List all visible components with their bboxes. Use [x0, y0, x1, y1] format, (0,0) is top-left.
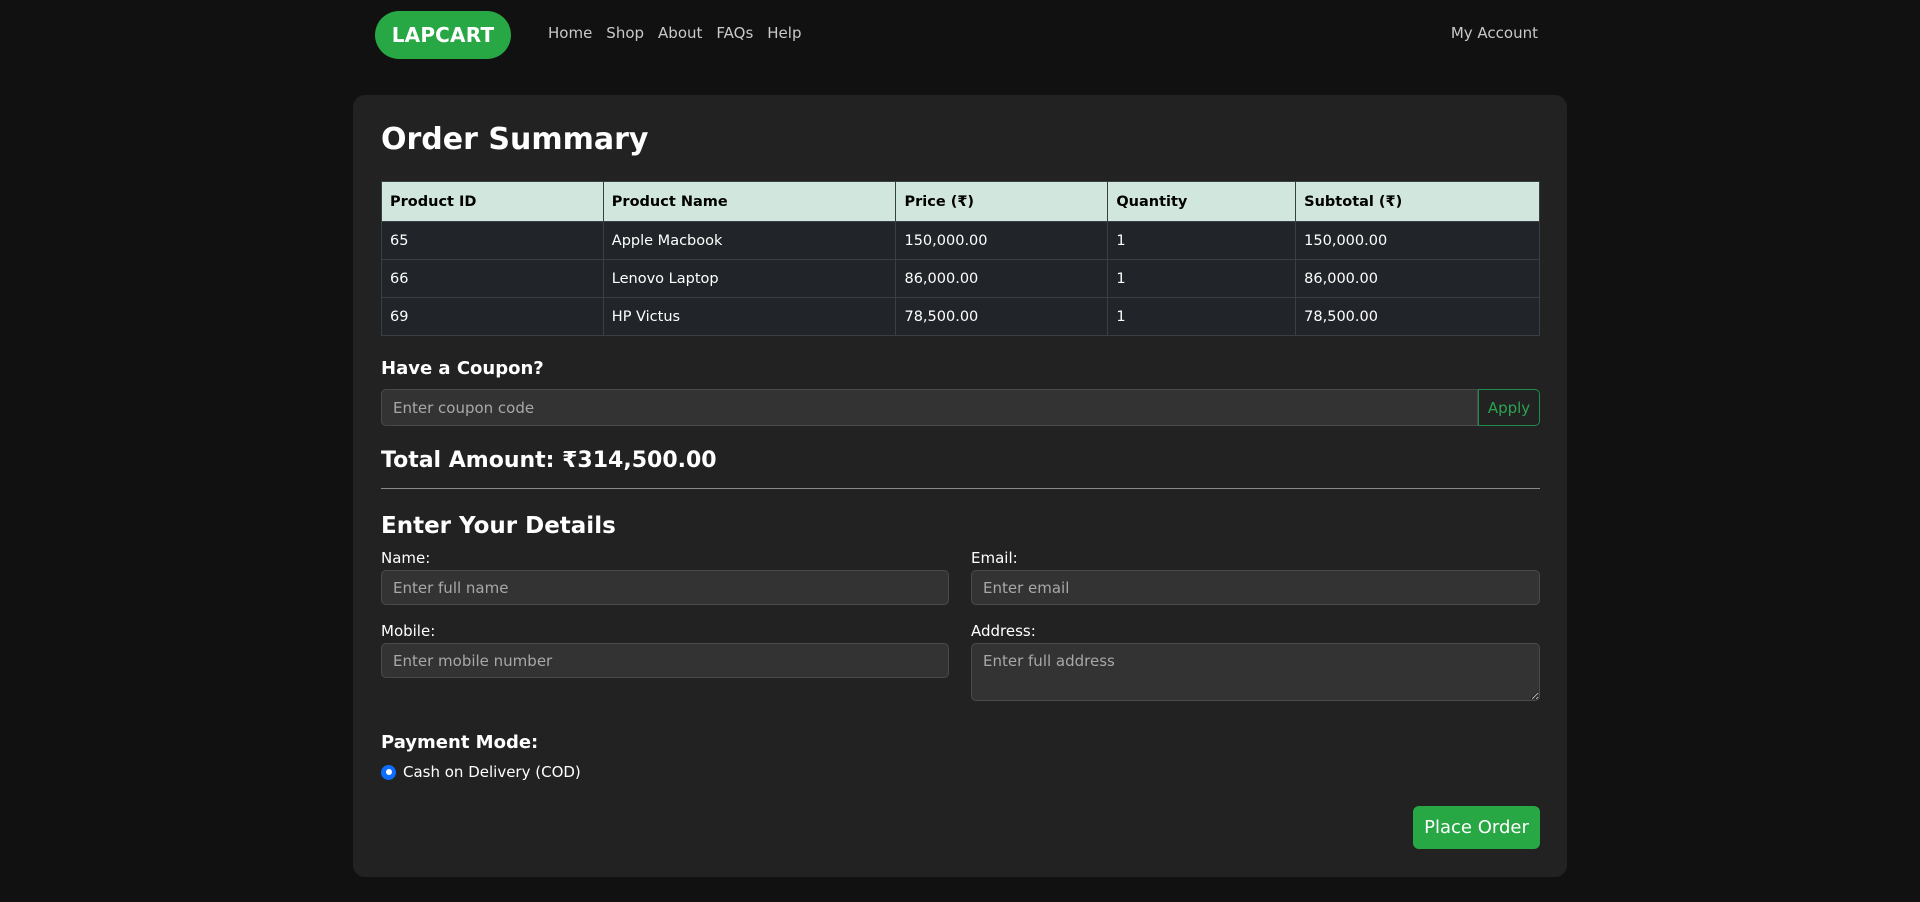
table-row: 65 Apple Macbook 150,000.00 1 150,000.00 [381, 221, 1540, 260]
name-label: Name: [381, 549, 431, 567]
total-amount: Total Amount: ₹314,500.00 [381, 448, 717, 473]
cell-product-id: 66 [381, 259, 604, 298]
payment-option-cod[interactable]: Cash on Delivery (COD) [381, 763, 581, 781]
cell-subtotal: 86,000.00 [1295, 259, 1540, 298]
page-title: Order Summary [381, 122, 649, 157]
cell-product-id: 65 [381, 221, 604, 260]
address-field[interactable] [971, 643, 1540, 701]
column-header-product-id: Product ID [381, 181, 604, 222]
table-header-row: Product ID Product Name Price (₹) Quanti… [381, 181, 1540, 222]
nav-link-about[interactable]: About [658, 24, 702, 42]
cell-price: 86,000.00 [895, 259, 1109, 298]
mobile-label: Mobile: [381, 622, 436, 640]
nav-link-home[interactable]: Home [548, 24, 592, 42]
table-row: 69 HP Victus 78,500.00 1 78,500.00 [381, 297, 1540, 336]
column-header-price: Price (₹) [895, 181, 1109, 222]
place-order-button[interactable]: Place Order [1413, 806, 1540, 849]
cell-price: 78,500.00 [895, 297, 1109, 336]
apply-coupon-button[interactable]: Apply [1478, 389, 1540, 426]
nav-link-help[interactable]: Help [767, 24, 801, 42]
brand-logo[interactable]: LAPCART [375, 11, 511, 59]
column-header-quantity: Quantity [1107, 181, 1297, 222]
cell-price: 150,000.00 [895, 221, 1109, 260]
coupon-input[interactable] [381, 389, 1478, 426]
email-label: Email: [971, 549, 1018, 567]
table-row: 66 Lenovo Laptop 86,000.00 1 86,000.00 [381, 259, 1540, 298]
payment-heading: Payment Mode: [381, 732, 539, 753]
cell-quantity: 1 [1107, 221, 1297, 260]
cell-product-name: HP Victus [602, 297, 897, 336]
cell-quantity: 1 [1107, 297, 1297, 336]
navbar: LAPCART Home Shop About FAQs Help My Acc… [0, 0, 1920, 70]
order-table: Product ID Product Name Price (₹) Quanti… [381, 181, 1540, 336]
column-header-subtotal: Subtotal (₹) [1295, 181, 1540, 222]
nav-links: Home Shop About FAQs Help [548, 24, 815, 42]
name-field[interactable] [381, 570, 949, 605]
my-account-link[interactable]: My Account [1451, 24, 1538, 42]
cell-quantity: 1 [1107, 259, 1297, 298]
cell-product-id: 69 [381, 297, 604, 336]
details-heading: Enter Your Details [381, 513, 616, 539]
nav-link-shop[interactable]: Shop [606, 24, 644, 42]
cell-product-name: Apple Macbook [602, 221, 897, 260]
cell-subtotal: 78,500.00 [1295, 297, 1540, 336]
cell-product-name: Lenovo Laptop [602, 259, 897, 298]
radio-selected-icon[interactable] [381, 764, 396, 780]
payment-option-label: Cash on Delivery (COD) [403, 763, 581, 781]
cell-subtotal: 150,000.00 [1295, 221, 1540, 260]
nav-link-faqs[interactable]: FAQs [716, 24, 753, 42]
column-header-product-name: Product Name [602, 181, 897, 222]
address-label: Address: [971, 622, 1036, 640]
order-card: Order Summary Product ID Product Name Pr… [353, 95, 1567, 877]
divider [381, 488, 1540, 489]
coupon-group: Apply [381, 389, 1540, 426]
email-field[interactable] [971, 570, 1540, 605]
coupon-heading: Have a Coupon? [381, 358, 544, 379]
mobile-field[interactable] [381, 643, 949, 678]
